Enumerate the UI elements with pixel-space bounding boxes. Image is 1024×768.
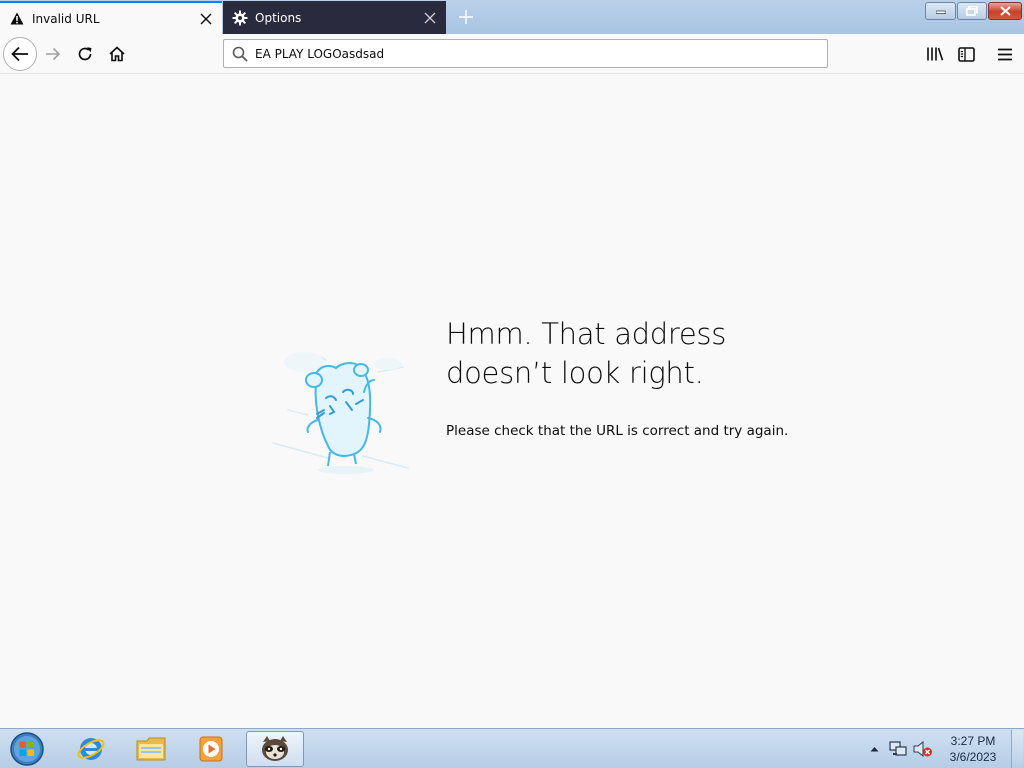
error-title-line-2: doesn’t look right.: [446, 356, 704, 390]
hamburger-menu-icon: [998, 48, 1012, 60]
back-button[interactable]: [3, 37, 37, 71]
forward-arrow-icon: [46, 47, 61, 61]
close-icon[interactable]: [196, 9, 216, 29]
internet-explorer-icon: [77, 738, 105, 760]
home-button[interactable]: [104, 41, 130, 67]
volume-tray-button[interactable]: [912, 731, 934, 767]
library-button[interactable]: [922, 41, 948, 67]
media-player-icon: [199, 736, 223, 762]
start-button[interactable]: [4, 731, 50, 767]
network-icon: [889, 741, 907, 756]
back-arrow-icon: [11, 46, 28, 62]
search-icon: [231, 45, 249, 63]
volume-muted-icon: [913, 741, 932, 757]
error-title: Hmm. That address doesn’t look right.: [446, 315, 866, 393]
file-explorer-icon: [136, 737, 166, 761]
reload-icon: [78, 47, 92, 61]
minimize-button[interactable]: [925, 2, 956, 20]
new-tab-button[interactable]: [455, 6, 477, 28]
close-window-button[interactable]: [988, 2, 1022, 20]
system-clock[interactable]: 3:27 PM 3/6/2023: [940, 733, 1006, 765]
reload-button[interactable]: [72, 41, 98, 67]
plus-icon: [459, 10, 473, 24]
start-orb-icon: [10, 732, 44, 766]
tab-options[interactable]: Options: [223, 1, 446, 34]
error-description: Please check that the URL is correct and…: [446, 423, 789, 439]
navigation-toolbar: [0, 34, 1024, 74]
open-menu-button[interactable]: [992, 41, 1018, 67]
firefox-nightly-icon: [262, 736, 288, 761]
warning-icon: [9, 11, 25, 27]
sidebar-icon: [957, 46, 975, 62]
minimize-icon: [935, 10, 946, 14]
gear-icon: [232, 10, 248, 26]
error-page: Hmm. That address doesn’t look right. Pl…: [0, 75, 1024, 728]
error-title-line-1: Hmm. That address: [446, 317, 727, 351]
taskbar: 3:27 PM 3/6/2023: [0, 728, 1024, 768]
forward-button[interactable]: [40, 41, 66, 67]
sidebar-button[interactable]: [953, 41, 979, 67]
maximize-button[interactable]: [957, 2, 987, 20]
close-icon[interactable]: [420, 8, 440, 28]
close-icon: [999, 6, 1011, 16]
show-hidden-icons-button[interactable]: [866, 731, 882, 767]
library-icon: [927, 47, 944, 61]
clock-time: 3:27 PM: [950, 734, 996, 748]
tab-label: Invalid URL: [32, 11, 100, 26]
internet-explorer-taskbar-button[interactable]: [66, 731, 116, 767]
clock-date: 3/6/2023: [949, 750, 997, 764]
media-player-taskbar-button[interactable]: [186, 731, 236, 767]
home-icon: [109, 46, 125, 62]
file-explorer-taskbar-button[interactable]: [126, 731, 176, 767]
address-bar[interactable]: [223, 39, 828, 68]
network-tray-button[interactable]: [888, 731, 908, 767]
tab-strip: Invalid URL Options: [0, 0, 1024, 34]
tab-label: Options: [255, 10, 302, 25]
tab-invalid-url[interactable]: Invalid URL: [0, 1, 222, 34]
url-input[interactable]: [255, 46, 815, 61]
chevron-up-icon: [870, 747, 878, 752]
firefox-taskbar-button[interactable]: [246, 731, 304, 767]
maximize-icon: [966, 6, 978, 16]
confused-mascot-illustration: [272, 352, 409, 474]
show-desktop-button[interactable]: [1011, 730, 1023, 768]
